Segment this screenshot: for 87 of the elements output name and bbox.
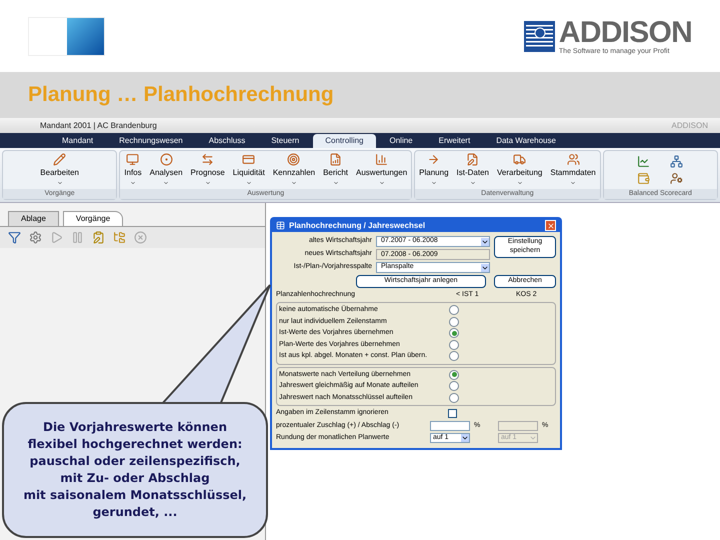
- monitor-icon: [126, 153, 140, 166]
- ribbon-button[interactable]: Kennzahlen: [268, 153, 320, 186]
- radio-button[interactable]: [449, 305, 459, 316]
- dropdown-arrow-icon: [481, 264, 489, 272]
- cancel-icon[interactable]: [134, 231, 147, 244]
- close-icon: [546, 222, 554, 230]
- callout-text: mit Zu- oder Abschlag: [60, 470, 210, 487]
- checkbox[interactable]: [448, 408, 457, 418]
- ribbon-button[interactable]: Liquidität: [228, 153, 269, 186]
- pause-icon[interactable]: [71, 231, 84, 244]
- caret-icon: [470, 180, 476, 186]
- ribbon-button[interactable]: Bericht: [319, 153, 352, 186]
- brand-name: ADDISON: [558, 18, 692, 48]
- radio-button[interactable]: [449, 351, 459, 362]
- card-icon: [242, 153, 256, 166]
- ribbon-button[interactable]: Infos: [120, 153, 146, 186]
- form-icon: [466, 153, 480, 166]
- gears-icon[interactable]: [29, 231, 42, 244]
- target-icon: [287, 153, 300, 166]
- window-icon: [276, 221, 285, 230]
- caret-icon: [246, 180, 252, 186]
- ribbon-button[interactable]: Prognose: [186, 153, 229, 186]
- window-title: Mandant 2001 | AC Brandenburg: [40, 120, 157, 132]
- caret-icon: [204, 180, 211, 186]
- report-icon: [329, 153, 342, 166]
- ribbon-button[interactable]: Bearbeiten: [36, 153, 83, 186]
- ribbon-button[interactable]: Planung: [415, 153, 453, 186]
- logo-square-icon: [28, 16, 105, 56]
- ribbon-button[interactable]: Auswertungen: [352, 153, 412, 186]
- dialog-title: Planhochrechnung / Jahreswechsel: [289, 220, 426, 232]
- caret-icon: [516, 180, 523, 186]
- radio-button[interactable]: [449, 340, 459, 350]
- ribbon-tab[interactable]: Steuern: [259, 134, 312, 148]
- clipboard-icon[interactable]: [92, 231, 105, 244]
- percent-field[interactable]: [430, 420, 470, 431]
- callout-text: Die Vorjahreswerte können: [42, 419, 227, 436]
- radio-button[interactable]: [449, 328, 459, 338]
- folders-icon[interactable]: [113, 231, 126, 244]
- radio-button[interactable]: [449, 392, 459, 403]
- callout-text: pauschal oder zeilenspezifisch,: [30, 453, 240, 470]
- line-chart-icon: [637, 154, 650, 168]
- ribbon-tab[interactable]: Controlling: [313, 134, 376, 148]
- ribbon-button[interactable]: Analysen: [146, 153, 187, 186]
- caret-icon: [163, 180, 170, 186]
- users-icon: [566, 153, 580, 166]
- ribbon-button[interactable]: Verarbeitung: [492, 153, 546, 186]
- callout-text: mit saisonalem Monatsschlüssel,: [23, 487, 247, 504]
- ribbon-button[interactable]: Stammdaten: [546, 153, 600, 186]
- ribbon-tab[interactable]: Rechnungswesen: [107, 134, 195, 148]
- ribbon-tab[interactable]: Mandant: [50, 134, 106, 148]
- radio-button[interactable]: [449, 370, 459, 380]
- radio-button[interactable]: [449, 381, 459, 392]
- ribbon-tab[interactable]: Erweitert: [426, 134, 482, 148]
- app-brand: ADDISON: [672, 120, 708, 132]
- callout-text: flexibel hochgerechnet werden:: [28, 436, 242, 453]
- filter-icon[interactable]: [8, 231, 21, 244]
- pane-tab[interactable]: Vorgänge: [62, 211, 124, 226]
- caret-icon: [130, 180, 136, 186]
- truck-icon: [513, 153, 526, 166]
- dropdown-arrow-icon: [481, 238, 489, 246]
- pane-tab[interactable]: Ablage: [8, 211, 59, 226]
- caret-icon: [332, 180, 339, 186]
- ribbon-tab[interactable]: Data Warehouse: [484, 134, 568, 148]
- chart-icon: [375, 153, 388, 166]
- caret-icon: [378, 180, 385, 186]
- dropdown-arrow-icon: [461, 434, 469, 442]
- percent-field[interactable]: [498, 420, 538, 431]
- callout-text: gerundet, ...: [92, 504, 178, 521]
- user-icon: [670, 172, 684, 185]
- ribbon-tab[interactable]: Abschluss: [196, 134, 258, 148]
- pencil-icon: [53, 153, 66, 166]
- caret-icon: [430, 180, 437, 186]
- ribbon-button[interactable]: Ist-Daten: [452, 153, 493, 186]
- caret-icon: [570, 180, 576, 186]
- circle-icon: [160, 153, 173, 166]
- caret-icon: [56, 180, 63, 186]
- brand-emblem-icon: [524, 20, 555, 52]
- slide-title: Planung … Planhochrechnung: [28, 82, 334, 108]
- arrows-icon: [201, 153, 214, 166]
- caret-icon: [290, 180, 297, 186]
- radio-button[interactable]: [449, 316, 459, 327]
- play-icon[interactable]: [50, 231, 63, 244]
- wallet-icon: [637, 172, 650, 185]
- network-icon: [670, 154, 684, 168]
- arrow-icon: [427, 153, 440, 166]
- ribbon-tab[interactable]: Online: [378, 134, 425, 148]
- close-button[interactable]: [545, 220, 556, 231]
